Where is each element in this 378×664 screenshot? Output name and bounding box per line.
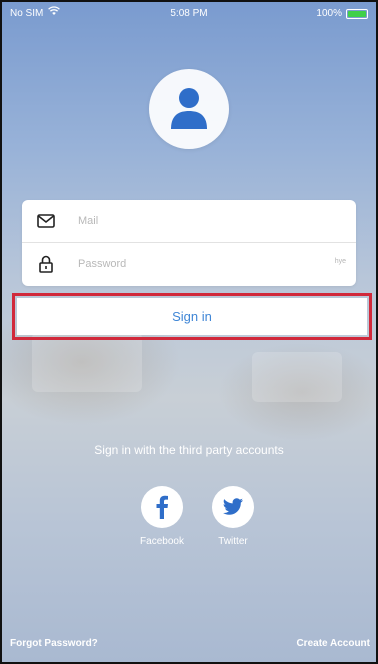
battery-status: 100% (316, 8, 368, 19)
password-field-row: hye (22, 243, 356, 285)
create-account-link[interactable]: Create Account (296, 638, 370, 649)
password-input[interactable] (78, 258, 298, 270)
twitter-login-button[interactable]: Twitter (201, 486, 265, 547)
third-party-prompt: Sign in with the third party accounts (94, 443, 284, 457)
avatar (149, 69, 229, 149)
forgot-password-link[interactable]: Forgot Password? (10, 638, 98, 649)
status-bar: No SIM 5:08 PM 100% (2, 2, 376, 24)
mail-field-row (22, 200, 356, 243)
facebook-label: Facebook (140, 536, 184, 547)
background-blur (252, 352, 342, 402)
battery-icon (346, 8, 368, 19)
facebook-icon[interactable] (141, 486, 183, 528)
twitter-icon[interactable] (212, 486, 254, 528)
user-icon (171, 88, 207, 129)
mail-icon (36, 211, 56, 231)
signin-button[interactable]: Sign in (17, 298, 367, 335)
login-screen: No SIM 5:08 PM 100% hye (0, 0, 378, 664)
lock-icon (36, 254, 56, 274)
twitter-label: Twitter (218, 536, 248, 547)
facebook-login-button[interactable]: Facebook (130, 486, 194, 547)
battery-percent: 100% (316, 8, 342, 19)
mail-input[interactable] (78, 215, 298, 227)
signin-highlight: Sign in (12, 293, 372, 340)
password-visibility-toggle[interactable]: hye (335, 258, 346, 265)
background-blur (32, 332, 142, 392)
login-form: hye (22, 200, 356, 286)
